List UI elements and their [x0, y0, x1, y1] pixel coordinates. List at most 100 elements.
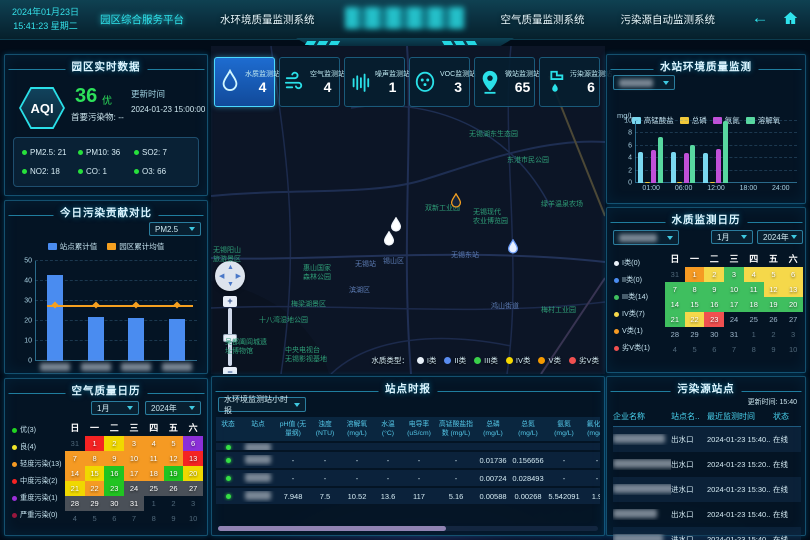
calendar-day-21[interactable]: 21	[665, 312, 685, 327]
nav-item-1[interactable]: 水环境质量监测系统	[220, 12, 315, 27]
station-marker-blue[interactable]	[507, 239, 520, 260]
calendar-day-13[interactable]: 13	[183, 451, 203, 466]
calendar-day-21[interactable]: 21	[65, 481, 85, 496]
report-type-select[interactable]: 水环境监测站小时报	[218, 397, 306, 412]
calendar-day-6[interactable]: 6	[183, 436, 203, 451]
calendar-day-14[interactable]: 14	[65, 466, 85, 481]
calendar-day-11[interactable]: 11	[744, 282, 764, 297]
calendar-day-10[interactable]: 10	[124, 451, 144, 466]
calendar-day-27[interactable]: 27	[183, 481, 203, 496]
calendar-day-1[interactable]: 1	[144, 496, 164, 511]
report-row-1[interactable]: ------0.017360.156656--	[216, 452, 600, 468]
calendar-day-11[interactable]: 11	[144, 451, 164, 466]
calendar-day-3[interactable]: 3	[124, 436, 144, 451]
report-row-0[interactable]	[216, 443, 600, 450]
pan-right-icon[interactable]: ▶	[236, 273, 241, 280]
calendar-day-10[interactable]: 10	[724, 282, 744, 297]
nav-item-3[interactable]: 污染源自动监测系统	[621, 12, 716, 27]
legend-站点累计值[interactable]: 站点累计值	[48, 241, 98, 252]
calendar-day-16[interactable]: 16	[704, 297, 724, 312]
calendar-day-2[interactable]: 2	[164, 496, 184, 511]
calendar-day-7[interactable]: 7	[665, 282, 685, 297]
pan-down-icon[interactable]: ▼	[227, 281, 234, 288]
calendar-day-4[interactable]: 4	[665, 342, 685, 357]
zoom-in-button[interactable]: +	[223, 296, 237, 307]
calendar-day-10[interactable]: 10	[183, 511, 203, 526]
pollution-row-3[interactable]: 出水口2024-01-23 15:40..在线	[613, 502, 801, 527]
calendar-day-4[interactable]: 4	[144, 436, 164, 451]
calendar-day-2[interactable]: 2	[764, 327, 784, 342]
calendar-day-19[interactable]: 19	[164, 466, 184, 481]
calendar-day-12[interactable]: 12	[164, 451, 184, 466]
station-button-噪声监测站[interactable]: 噪声监测站1	[344, 57, 405, 107]
calendar-day-31[interactable]: 31	[665, 267, 685, 282]
map-pan-control[interactable]: ▲ ▼ ◀ ▶	[215, 261, 245, 291]
calendar-day-6[interactable]: 6	[783, 267, 803, 282]
calendar-day-3[interactable]: 3	[183, 496, 203, 511]
air-month-select[interactable]: 1月	[91, 401, 139, 415]
calendar-day-4[interactable]: 4	[65, 511, 85, 526]
calendar-day-6[interactable]: 6	[704, 342, 724, 357]
calendar-day-8[interactable]: 8	[144, 511, 164, 526]
calendar-day-3[interactable]: 3	[724, 267, 744, 282]
calendar-day-17[interactable]: 17	[124, 466, 144, 481]
calendar-day-15[interactable]: 15	[85, 466, 105, 481]
calendar-day-5[interactable]: 5	[764, 267, 784, 282]
back-icon[interactable]: ←	[750, 8, 770, 28]
water-month-select[interactable]: 1月	[711, 230, 753, 244]
calendar-day-7[interactable]: 7	[724, 342, 744, 357]
calendar-day-24[interactable]: 24	[724, 312, 744, 327]
calendar-day-17[interactable]: 17	[724, 297, 744, 312]
calendar-day-29[interactable]: 29	[85, 496, 105, 511]
calendar-day-19[interactable]: 19	[764, 297, 784, 312]
report-hscroll-thumb[interactable]	[218, 526, 446, 531]
calendar-day-23[interactable]: 23	[104, 481, 124, 496]
water-year-select[interactable]: 2024年	[757, 230, 803, 244]
calendar-day-29[interactable]: 29	[685, 327, 705, 342]
home-icon[interactable]	[780, 8, 800, 28]
calendar-day-26[interactable]: 26	[164, 481, 184, 496]
calendar-day-26[interactable]: 26	[764, 312, 784, 327]
legend-园区累计均值[interactable]: 园区累计均值	[107, 241, 164, 252]
pollution-row-2[interactable]: 进水口2024-01-23 15:30..在线	[613, 477, 801, 502]
calendar-day-22[interactable]: 22	[85, 481, 105, 496]
calendar-day-13[interactable]: 13	[783, 282, 803, 297]
calendar-day-24[interactable]: 24	[124, 481, 144, 496]
station-marker-white[interactable]	[383, 231, 396, 252]
calendar-day-2[interactable]: 2	[704, 267, 724, 282]
report-hscrollbar[interactable]	[218, 526, 598, 531]
calendar-day-31[interactable]: 31	[65, 436, 85, 451]
calendar-day-8[interactable]: 8	[744, 342, 764, 357]
station-marker-orange[interactable]	[450, 193, 463, 214]
calendar-day-14[interactable]: 14	[665, 297, 685, 312]
report-row-2[interactable]: ------0.007240.028493--	[216, 470, 600, 486]
calendar-day-30[interactable]: 30	[104, 496, 124, 511]
calendar-day-2[interactable]: 2	[104, 436, 124, 451]
calendar-day-15[interactable]: 15	[685, 297, 705, 312]
calendar-day-23[interactable]: 23	[704, 312, 724, 327]
calendar-day-16[interactable]: 16	[104, 466, 124, 481]
station-button-空气监测站[interactable]: 空气监测站4	[279, 57, 340, 107]
calendar-day-7[interactable]: 7	[124, 511, 144, 526]
water-cal-station-select[interactable]	[613, 230, 679, 245]
calendar-day-3[interactable]: 3	[783, 327, 803, 342]
air-year-select[interactable]: 2024年	[145, 401, 201, 415]
pan-left-icon[interactable]: ◀	[219, 273, 224, 280]
calendar-day-28[interactable]: 28	[665, 327, 685, 342]
nav-item-2[interactable]: 空气质量监测系统	[501, 12, 585, 27]
calendar-day-7[interactable]: 7	[65, 451, 85, 466]
calendar-day-18[interactable]: 18	[744, 297, 764, 312]
pollution-row-4[interactable]: 进水口2024-01-23 15:40..在线	[613, 527, 801, 540]
calendar-day-18[interactable]: 18	[144, 466, 164, 481]
calendar-day-5[interactable]: 5	[85, 511, 105, 526]
calendar-day-5[interactable]: 5	[164, 436, 184, 451]
calendar-day-28[interactable]: 28	[65, 496, 85, 511]
pan-up-icon[interactable]: ▲	[227, 264, 234, 271]
calendar-day-8[interactable]: 8	[85, 451, 105, 466]
pollution-row-0[interactable]: 出水口2024-01-23 15:40..在线	[613, 427, 801, 452]
calendar-day-9[interactable]: 9	[104, 451, 124, 466]
calendar-day-1[interactable]: 1	[744, 327, 764, 342]
calendar-day-9[interactable]: 9	[164, 511, 184, 526]
calendar-day-31[interactable]: 31	[124, 496, 144, 511]
calendar-day-20[interactable]: 20	[183, 466, 203, 481]
